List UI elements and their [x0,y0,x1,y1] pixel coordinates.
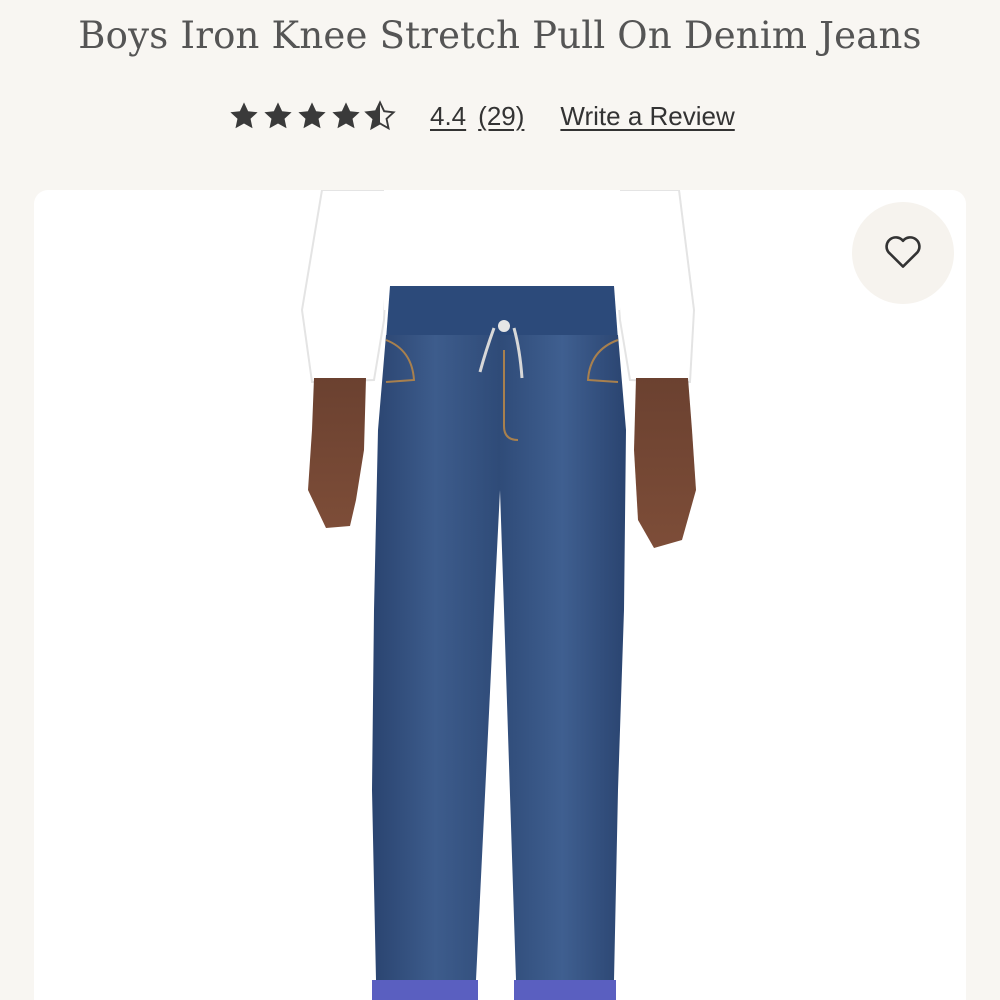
star-icon [330,100,362,132]
star-icon [296,100,328,132]
wishlist-button[interactable] [852,202,954,304]
write-review-link[interactable]: Write a Review [560,101,734,132]
star-icon [262,100,294,132]
product-title: Boys Iron Knee Stretch Pull On Denim Jea… [78,14,922,57]
product-image-card[interactable] [34,190,966,1000]
rating-summary: 4.4 (29) Write a Review [228,96,735,136]
star-half-icon [364,100,396,132]
product-page: Boys Iron Knee Stretch Pull On Denim Jea… [0,0,1000,1000]
heart-icon [883,233,923,274]
product-image [300,190,696,1000]
rating-value-link[interactable]: 4.4 [430,101,466,132]
star-rating[interactable] [228,100,396,132]
review-count-link[interactable]: (29) [478,101,524,132]
star-icon [228,100,260,132]
